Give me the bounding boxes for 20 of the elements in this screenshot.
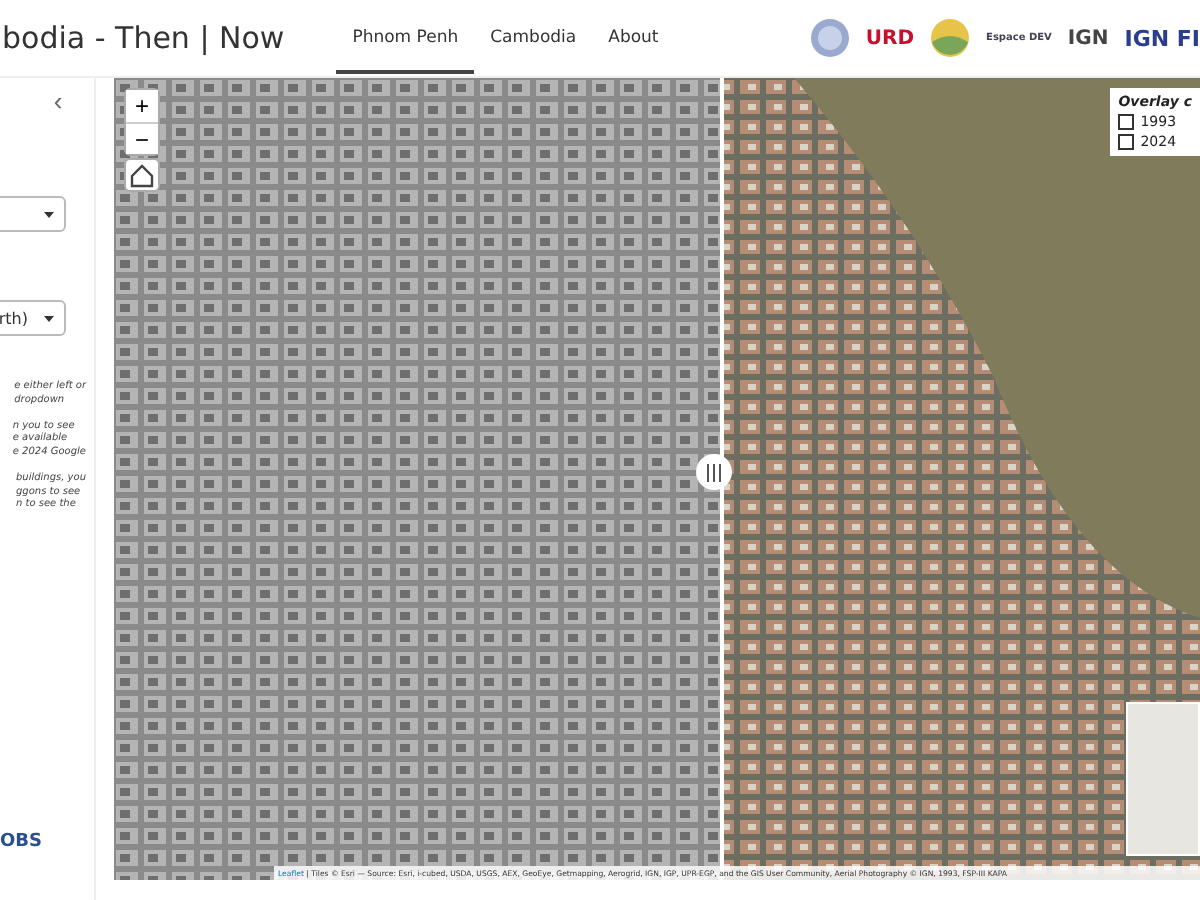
nav-tab[interactable]: Phnom Penh <box>336 3 475 73</box>
seal-logo-icon <box>809 18 850 58</box>
app-title: bodia - Then | Now <box>2 20 285 56</box>
nav-tab[interactable]: Cambodia <box>474 3 593 73</box>
zoom-out-button[interactable]: − <box>126 122 158 154</box>
logo-text: OBS <box>0 832 42 852</box>
home-icon <box>128 162 156 188</box>
caret-icon <box>44 315 54 321</box>
nav-tab[interactable]: About <box>592 3 675 73</box>
logo-text: IGN FI <box>1124 25 1200 51</box>
grip-icon <box>706 463 722 481</box>
dropdown-select[interactable]: rth) <box>0 300 66 336</box>
checkbox[interactable] <box>1118 134 1135 150</box>
checkbox[interactable] <box>1118 114 1135 130</box>
logo-text: URD <box>865 27 915 49</box>
sun-logo-icon <box>930 18 971 58</box>
caret-icon <box>44 211 54 217</box>
logo-text: IGN <box>1067 27 1109 49</box>
collapse-button[interactable]: ‹ <box>46 86 70 116</box>
home-button[interactable] <box>124 158 160 192</box>
